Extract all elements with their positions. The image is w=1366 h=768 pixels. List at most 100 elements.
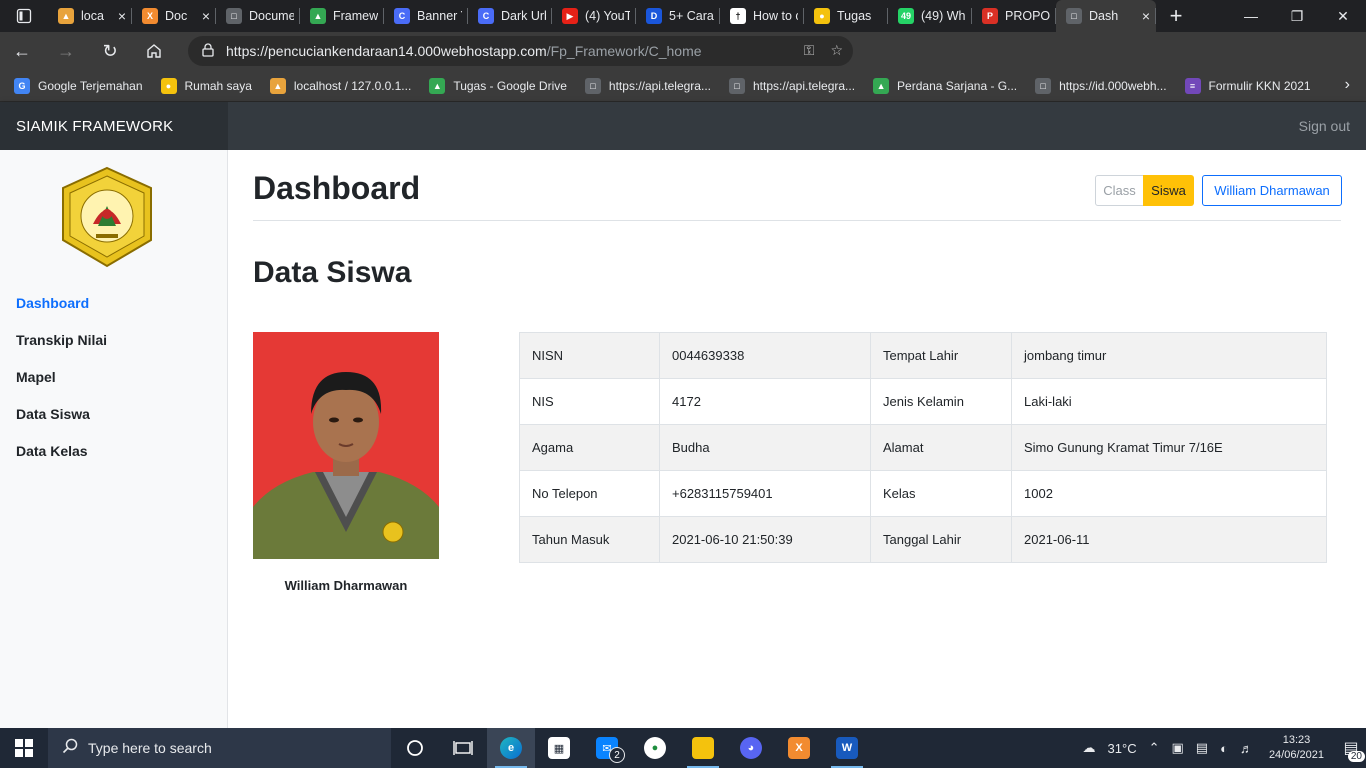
sidebar-item-transkip-nilai[interactable]: Transkip Nilai bbox=[16, 332, 107, 369]
system-tray: ☁ 31°C ⌃ ▣ ▤ ◐ ♬ 13:23 24/06/2021 ▤ 20 bbox=[1077, 728, 1366, 768]
field-label: Jenis Kelamin bbox=[870, 378, 1012, 425]
explorer-taskbar-item[interactable] bbox=[679, 728, 727, 768]
bookmark-item[interactable]: ▲ localhost / 127.0.0.1... bbox=[269, 77, 412, 94]
home-button[interactable] bbox=[132, 32, 176, 70]
bookmark-label: Rumah saya bbox=[184, 78, 252, 93]
university-logo bbox=[62, 166, 152, 268]
add-favorite-icon[interactable]: ☆ bbox=[830, 42, 843, 59]
bookmark-item[interactable]: ≡ Formulir KKN 2021 bbox=[1184, 77, 1311, 94]
sidebar-item-mapel[interactable]: Mapel bbox=[16, 369, 107, 406]
browser-tab[interactable]: 49 (49) Wha bbox=[888, 0, 972, 32]
tab-close-icon[interactable]: × bbox=[1142, 8, 1150, 24]
browser-tab[interactable]: C Dark Urb bbox=[468, 0, 552, 32]
bookmark-favicon-icon: □ bbox=[1035, 77, 1052, 94]
tab-label: Tugas bbox=[837, 9, 872, 23]
bookmark-label: https://id.000webh... bbox=[1059, 78, 1167, 93]
lock-icon[interactable] bbox=[202, 42, 214, 60]
field-label: Agama bbox=[519, 424, 660, 471]
edge-taskbar-item[interactable]: e bbox=[487, 728, 535, 768]
bookmark-favicon-icon: ≡ bbox=[1184, 77, 1201, 94]
meet-now-icon[interactable]: ▣ bbox=[1171, 740, 1183, 756]
refresh-button[interactable]: ↻ bbox=[88, 32, 132, 70]
close-window-button[interactable]: ✕ bbox=[1320, 0, 1366, 32]
signout-link[interactable]: Sign out bbox=[1299, 102, 1350, 150]
url-bar[interactable]: https://pencuciankendaraan14.000webhosta… bbox=[188, 36, 853, 66]
start-button[interactable] bbox=[0, 728, 48, 768]
browser-tab[interactable]: P PROPOS bbox=[972, 0, 1056, 32]
browser-tab[interactable]: ● Tugas bbox=[804, 0, 888, 32]
window-controls: — ❐ ✕ bbox=[1228, 0, 1366, 32]
browser-tab[interactable]: □ Documer bbox=[216, 0, 300, 32]
mail-badge: 2 bbox=[609, 747, 625, 763]
class-button[interactable]: Class bbox=[1095, 175, 1144, 206]
notification-center-button[interactable]: ▤ 20 bbox=[1336, 728, 1366, 768]
bookmark-item[interactable]: □ https://api.telegra... bbox=[584, 77, 711, 94]
browser-tab[interactable]: □ Dash × bbox=[1056, 0, 1156, 32]
tab-close-icon[interactable]: × bbox=[118, 8, 126, 24]
discord-taskbar-item[interactable]: ◕ bbox=[727, 728, 775, 768]
browser-tab[interactable]: ▲ Framewo bbox=[300, 0, 384, 32]
maps-taskbar-item[interactable]: ● bbox=[631, 728, 679, 768]
browser-tab[interactable]: † How to c bbox=[720, 0, 804, 32]
back-button[interactable]: ← bbox=[0, 32, 44, 70]
edge-icon: e bbox=[500, 737, 522, 759]
tab-favicon-icon: † bbox=[730, 8, 746, 24]
field-label: Alamat bbox=[870, 424, 1012, 471]
discord-icon: ◕ bbox=[740, 737, 762, 759]
browser-tab[interactable]: D 5+ Cara I bbox=[636, 0, 720, 32]
tab-label: PROPOS bbox=[1005, 9, 1050, 23]
mail-taskbar-item[interactable]: ✉ 2 bbox=[583, 728, 631, 768]
browser-tab[interactable]: ▶ (4) YouTu bbox=[552, 0, 636, 32]
task-view-button[interactable] bbox=[439, 728, 487, 768]
clock[interactable]: 13:23 24/06/2021 bbox=[1269, 733, 1324, 763]
bookmark-item[interactable]: G Google Terjemahan bbox=[14, 77, 143, 94]
field-label: No Telepon bbox=[519, 470, 660, 517]
field-label: NIS bbox=[519, 378, 660, 425]
table-row: NISN 0044639338 Tempat Lahir jombang timur bbox=[519, 332, 1327, 379]
taskbar-search[interactable]: Type here to search bbox=[48, 728, 391, 768]
word-taskbar-item[interactable]: W bbox=[823, 728, 871, 768]
tab-favicon-icon: C bbox=[478, 8, 494, 24]
bookmark-item[interactable]: ▲ Perdana Sarjana - G... bbox=[873, 77, 1017, 94]
tab-actions-icon[interactable] bbox=[0, 0, 48, 32]
student-info-table: NISN 0044639338 Tempat Lahir jombang timur N… bbox=[519, 332, 1327, 563]
bookmark-item[interactable]: ▲ Tugas - Google Drive bbox=[429, 77, 567, 94]
page-title: Dashboard bbox=[253, 170, 421, 206]
wifi-icon[interactable]: ◐ bbox=[1220, 741, 1228, 756]
app-brand[interactable]: SIAMIK FRAMEWORK bbox=[0, 102, 228, 150]
volume-icon[interactable]: ♬ bbox=[1240, 741, 1253, 756]
tab-favicon-icon: C bbox=[394, 8, 410, 24]
weather-temp[interactable]: 31°C bbox=[1108, 741, 1137, 756]
browser-tab[interactable]: ▲ loca × bbox=[48, 0, 132, 32]
cortana-button[interactable] bbox=[391, 728, 439, 768]
new-tab-button[interactable]: + bbox=[1156, 3, 1196, 29]
weather-icon[interactable]: ☁ bbox=[1083, 740, 1096, 756]
bookmark-label: localhost / 127.0.0.1... bbox=[293, 78, 412, 93]
bookmark-item[interactable]: □ https://id.000webh... bbox=[1035, 77, 1167, 94]
address-toolbar: ← → ↻ https://pencuciankendaraan14.000we… bbox=[0, 32, 1366, 94]
url-path: /Fp_Framework/C_home bbox=[546, 43, 702, 59]
restore-button[interactable]: ❐ bbox=[1274, 0, 1320, 32]
bookmarks-overflow-chevron-icon[interactable]: › bbox=[1345, 76, 1350, 94]
browser-tab[interactable]: X Doc × bbox=[132, 0, 216, 32]
minimize-button[interactable]: — bbox=[1228, 0, 1274, 32]
forward-button[interactable]: → bbox=[44, 32, 88, 70]
network-icon[interactable]: ▤ bbox=[1196, 740, 1208, 756]
browser-tab[interactable]: C Banner Y bbox=[384, 0, 468, 32]
sidebar-item-data-kelas[interactable]: Data Kelas bbox=[16, 443, 107, 480]
bookmark-favicon-icon: G bbox=[14, 77, 30, 94]
bookmark-item[interactable]: □ https://api.telegra... bbox=[728, 77, 855, 94]
clock-time: 13:23 bbox=[1282, 734, 1311, 746]
user-button[interactable]: William Dharmawan bbox=[1202, 175, 1342, 206]
sidebar-item-data-siswa[interactable]: Data Siswa bbox=[16, 406, 107, 443]
tab-label: Banner Y bbox=[417, 9, 462, 23]
key-icon[interactable]: ⚿ bbox=[804, 42, 815, 59]
tab-label: Documer bbox=[249, 9, 294, 23]
siswa-button[interactable]: Siswa bbox=[1143, 175, 1194, 206]
store-taskbar-item[interactable]: ▦ bbox=[535, 728, 583, 768]
bookmark-item[interactable]: ● Rumah saya bbox=[160, 77, 252, 94]
chevron-up-icon[interactable]: ⌃ bbox=[1149, 740, 1160, 756]
sidebar-item-dashboard[interactable]: Dashboard bbox=[16, 295, 107, 332]
xampp-taskbar-item[interactable]: X bbox=[775, 728, 823, 768]
tab-close-icon[interactable]: × bbox=[202, 8, 210, 24]
